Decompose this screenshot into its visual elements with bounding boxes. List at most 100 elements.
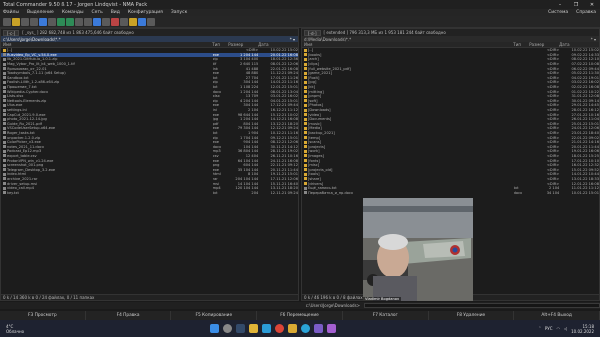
- column-type[interactable]: Тип: [513, 42, 529, 47]
- file-row[interactable]: video_call.mp4 mp4 120 104 144 13.11.21 18:…: [1, 186, 298, 191]
- file-row[interactable]: driver_setup.msi msi 14 104 144 15.11.21 16…: [1, 181, 298, 186]
- left-file-list[interactable]: [..] <DIR> 10.02.22 15:02 Rusvideo_Ep_VC_v.…: [1, 48, 298, 290]
- visual-studio-icon[interactable]: [327, 324, 336, 333]
- right-drive-select[interactable]: [-d-]: [304, 29, 321, 36]
- column-date[interactable]: Дата: [258, 42, 298, 47]
- unpack-icon[interactable]: [66, 17, 74, 26]
- file-row[interactable]: [..] <DIR> 10.02.22 15:02: [1, 48, 298, 53]
- file-row[interactable]: Podcast_Ep12.mp3 mp3 36 804 144 28.11.21 19…: [1, 149, 298, 154]
- file-row[interactable]: screenshot_001.png png 604 144 22.11.21 09:…: [1, 163, 298, 168]
- menu-config[interactable]: Конфигурация: [128, 10, 163, 15]
- file-row[interactable]: notes_2021_11.docx docx 104 144 30.11.21 14…: [1, 144, 298, 149]
- menu-help[interactable]: Справка: [576, 10, 596, 15]
- file-row[interactable]: Toadsymbols_7.1.11 (x64 Setup) exe 48 880 1…: [1, 71, 298, 76]
- file-row[interactable]: [backup_2021] <DIR> 23.01.22 18:40: [302, 131, 599, 136]
- f8-delete-button[interactable]: F8 Удаление: [429, 311, 515, 320]
- file-row[interactable]: archive_2021.rar rar 204 104 144 17.11.21 1…: [1, 177, 298, 182]
- command-input[interactable]: [364, 303, 600, 308]
- file-row[interactable]: [kk] <DIR> 02.02.22 16:08: [302, 85, 599, 90]
- file-row[interactable]: [pnpm] <DIR> 31.01.22 12:08: [302, 94, 599, 99]
- file-row[interactable]: [Photos] <DIR> 29.01.22 14:45: [302, 103, 599, 108]
- file-row[interactable]: ColorPicker_v3.exe exe 904 144 08.12.21 12:…: [1, 140, 298, 145]
- file-row[interactable]: [game_2021] <DIR> 05.02.22 11:30: [302, 71, 599, 76]
- file-row[interactable]: lib_2021.GitHub.io_1.0.1.zip zip 3 104 400…: [1, 57, 298, 62]
- file-row[interactable]: Telegram_Desktop_3.2.exe exe 35 104 144 20.…: [1, 167, 298, 172]
- history-icon[interactable]: * ▾: [591, 37, 599, 42]
- multi-rename-icon[interactable]: [111, 17, 119, 26]
- app-icon[interactable]: [314, 324, 323, 333]
- weather-widget[interactable]: 4°C Облачно: [0, 324, 60, 334]
- file-row[interactable]: [scans] <DIR> 21.01.22 14:16: [302, 140, 599, 145]
- file-row[interactable]: [clips] <DIR> 07.02.22 10:08: [302, 62, 599, 67]
- f4-edit-button[interactable]: F4 Правка: [86, 311, 172, 320]
- file-row[interactable]: index.html html 8 104 19.11.21 15:01: [1, 172, 298, 177]
- file-row[interactable]: Перерабатка_и_пр.docx docx 34 104 10.01.22 …: [302, 190, 599, 195]
- file-row[interactable]: Mag_Vybor_Pro_lit_k4_web_1000_1.tif tif 2 …: [1, 62, 298, 67]
- forward-icon[interactable]: [84, 17, 92, 26]
- file-row[interactable]: unpacker-1.2.0.zip zip 1 704 144 09.12.21 1…: [1, 135, 298, 140]
- maximize-button[interactable]: ❐: [568, 2, 584, 8]
- column-date[interactable]: Дата: [559, 42, 599, 47]
- column-size[interactable]: Размер: [529, 42, 559, 47]
- file-row[interactable]: photo_2021-12-14.jpg jpg 1 204 144 14.12.21…: [1, 117, 298, 122]
- file-row[interactable]: [mitting] <DIR> 01.02.22 10:22: [302, 89, 599, 94]
- file-row[interactable]: [jpg] <DIR> 03.02.22 16:02: [302, 80, 599, 85]
- file-row[interactable]: settings.ini ini 2 104 16.12.21 11:12: [1, 108, 298, 113]
- file-row[interactable]: Foolish-Lilith_1.2-x86-x64.zip zip 304 144…: [1, 80, 298, 85]
- ftp-icon[interactable]: [93, 17, 101, 26]
- total-commander-icon[interactable]: [288, 324, 297, 333]
- file-row[interactable]: Ulus.exe exe 304 144 17.12.21 09:44: [1, 103, 298, 108]
- file-row[interactable]: [arch] <DIR> 08.02.22 12:10: [302, 57, 599, 62]
- menu-selection[interactable]: Выделение: [27, 10, 54, 15]
- task-view-icon[interactable]: [236, 324, 245, 333]
- edge-icon[interactable]: [262, 324, 271, 333]
- file-row[interactable]: [Foxit] <DIR> 04.02.22 19:01: [302, 76, 599, 81]
- column-size[interactable]: Размер: [228, 42, 258, 47]
- sync-icon[interactable]: [120, 17, 128, 26]
- column-name[interactable]: Имя: [302, 42, 513, 47]
- file-row[interactable]: [share] <DIR> 13.01.22 18:33: [302, 177, 599, 182]
- column-type[interactable]: Тип: [212, 42, 228, 47]
- file-row[interactable]: [misc] <DIR> 16.01.22 12:32: [302, 163, 599, 168]
- chevron-up-icon[interactable]: ˄: [539, 326, 541, 331]
- minimize-button[interactable]: –: [552, 2, 568, 8]
- file-row[interactable]: Guide_Ru_2021.pdf pdf 804 144 13.12.21 18:2…: [1, 122, 298, 127]
- file-row[interactable]: [full_website_2021_pdf] <DIR> 06.02.22 09:…: [302, 66, 599, 71]
- language-indicator[interactable]: РУС: [545, 326, 553, 331]
- file-row[interactable]: [books] <DIR> 09.02.22 14:33: [302, 53, 599, 58]
- file-row[interactable]: Sandbox.txt txt 27 704 17.01.22 11:26: [1, 76, 298, 81]
- notepad-icon[interactable]: [129, 17, 137, 26]
- column-name[interactable]: Имя: [1, 42, 212, 47]
- file-row[interactable]: export_table.csv csv 12 404 26.11.21 10:16: [1, 154, 298, 159]
- file-row[interactable]: [video] <DIR> 27.01.22 10:16: [302, 112, 599, 117]
- file-row[interactable]: Roger_tasks.txt txt 1 904 10.12.21 11:16: [1, 131, 298, 136]
- file-row[interactable]: CapCut_2021.9.0.exe exe 98 644 144 15.12.21…: [1, 112, 298, 117]
- volume-icon[interactable]: ◁: [564, 326, 567, 331]
- file-row[interactable]: Wikipedia-Cypher.docx docx 1 204 144 08.01.…: [1, 89, 298, 94]
- menu-start[interactable]: Запуск: [171, 10, 187, 15]
- file-row[interactable]: [music] <DIR> 25.01.22 15:01: [302, 122, 599, 127]
- left-drive-select[interactable]: [-c-]: [3, 29, 20, 36]
- tree-icon[interactable]: [48, 17, 56, 26]
- file-row[interactable]: [soft] <DIR> 30.01.22 09:14: [302, 99, 599, 104]
- history-icon[interactable]: * ▾: [290, 37, 298, 42]
- file-row[interactable]: Ещё_запись.txt txt 2 104 11.01.22 11:12: [302, 186, 599, 191]
- thumbnails-icon[interactable]: [39, 17, 47, 26]
- file-row[interactable]: Ярлыкимак_от_22.01 lnk 41 488 22.01.22 16:0…: [1, 66, 298, 71]
- file-row[interactable]: key.txt txt 204 12.11.21 09:24: [1, 190, 298, 195]
- f7-mkdir-button[interactable]: F7 Каталог: [343, 311, 429, 320]
- file-row[interactable]: VSCodeUserSetup-x64.exe exe 79 304 144 12.1…: [1, 126, 298, 131]
- file-row[interactable]: Lists.xlsx xlsx 13 709 03.01.22 16:02: [1, 94, 298, 99]
- menu-view[interactable]: Вид: [111, 10, 120, 15]
- brief-view-icon[interactable]: [21, 17, 29, 26]
- left-panel[interactable]: [-c-] [ _sys_ ] 282 682,748 из 1 863 475…: [0, 28, 299, 301]
- folder-icon[interactable]: [12, 17, 20, 26]
- menu-commands[interactable]: Команды: [62, 10, 84, 15]
- chrome-icon[interactable]: [275, 324, 284, 333]
- file-row[interactable]: [Media] <DIR> 24.01.22 12:06: [302, 126, 599, 131]
- menu-files[interactable]: Файлы: [3, 10, 19, 15]
- f6-move-button[interactable]: F6 Перемещение: [257, 311, 343, 320]
- file-row[interactable]: Rusvideo_Ep_VC_v.54.0.exe exe 1 204 144 20.…: [1, 52, 298, 58]
- file-row[interactable]: ProtonVPN_win_v1.24.exe exe 64 104 144 24.1…: [1, 158, 298, 163]
- settings-icon[interactable]: [147, 17, 155, 26]
